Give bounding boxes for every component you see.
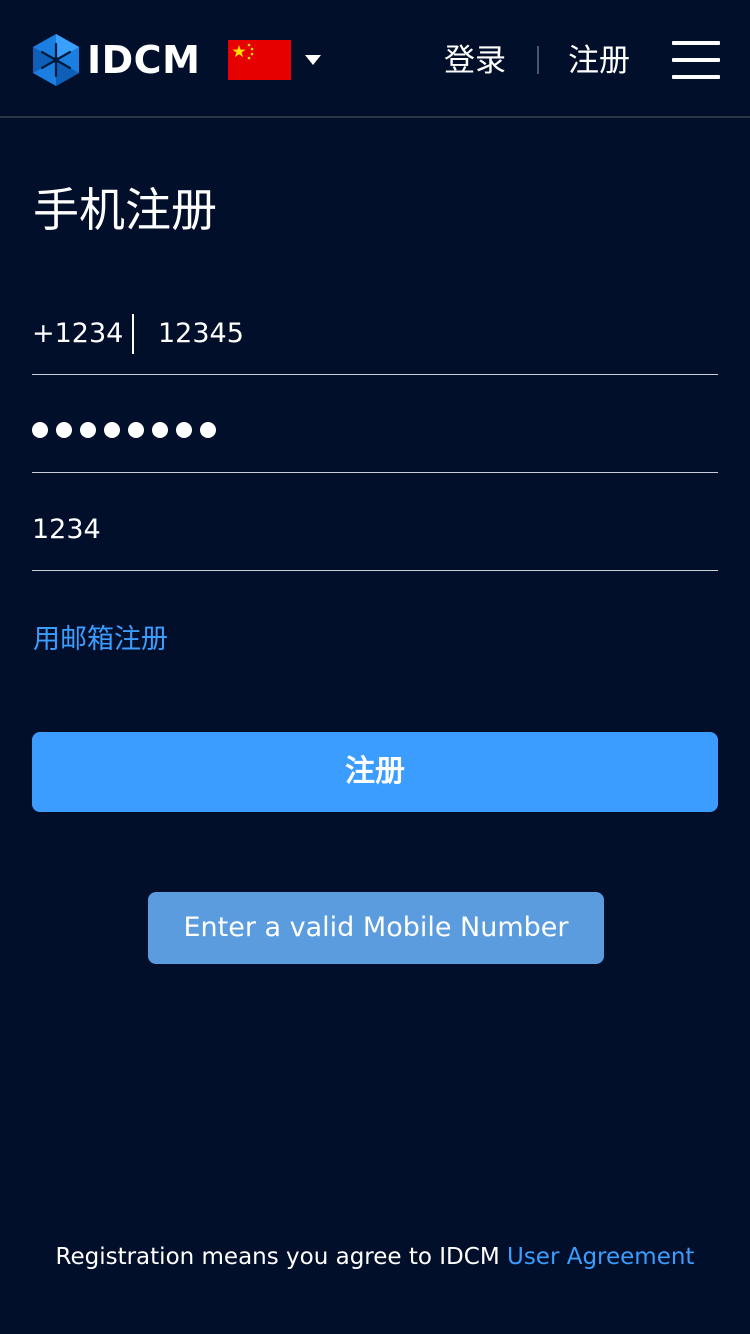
phone-input[interactable]: 12345 [158,316,244,352]
brand-logo[interactable]: IDCM [33,34,200,86]
nav-register-link[interactable]: 注册 [568,40,630,82]
password-field[interactable] [32,398,718,473]
password-dot [200,422,216,438]
nav-login-link[interactable]: 登录 [444,40,506,82]
logo-text: IDCM [87,38,201,82]
agreement-text: Registration means you agree to IDCM [55,1244,507,1270]
error-toast: Enter a valid Mobile Number [148,892,604,964]
password-dot [152,422,168,438]
register-submit-button[interactable]: 注册 [32,732,718,812]
user-agreement-link[interactable]: User Agreement [507,1244,694,1270]
nav-separator [537,46,539,74]
password-dot [32,422,48,438]
china-flag-icon[interactable] [228,40,291,80]
country-code-selector[interactable]: +1234 [32,316,123,352]
password-dot [104,422,120,438]
register-with-email-link[interactable]: 用邮箱注册 [33,622,168,658]
password-dot [56,422,72,438]
phone-field[interactable]: +1234 12345 [32,300,718,375]
page-title: 手机注册 [33,183,217,237]
idcm-logo-icon [33,34,79,86]
password-dot [176,422,192,438]
phone-input-divider [132,314,134,354]
password-input[interactable] [32,422,224,438]
agreement-notice: Registration means you agree to IDCM Use… [0,1240,750,1274]
verification-code-field[interactable]: 1234 [32,496,718,571]
password-dot [128,422,144,438]
hamburger-menu-icon[interactable] [672,41,720,79]
password-dot [80,422,96,438]
top-header: IDCM 登录 注册 [0,0,750,118]
verification-code-input[interactable]: 1234 [32,512,101,548]
country-dropdown-caret-icon[interactable] [305,55,321,65]
